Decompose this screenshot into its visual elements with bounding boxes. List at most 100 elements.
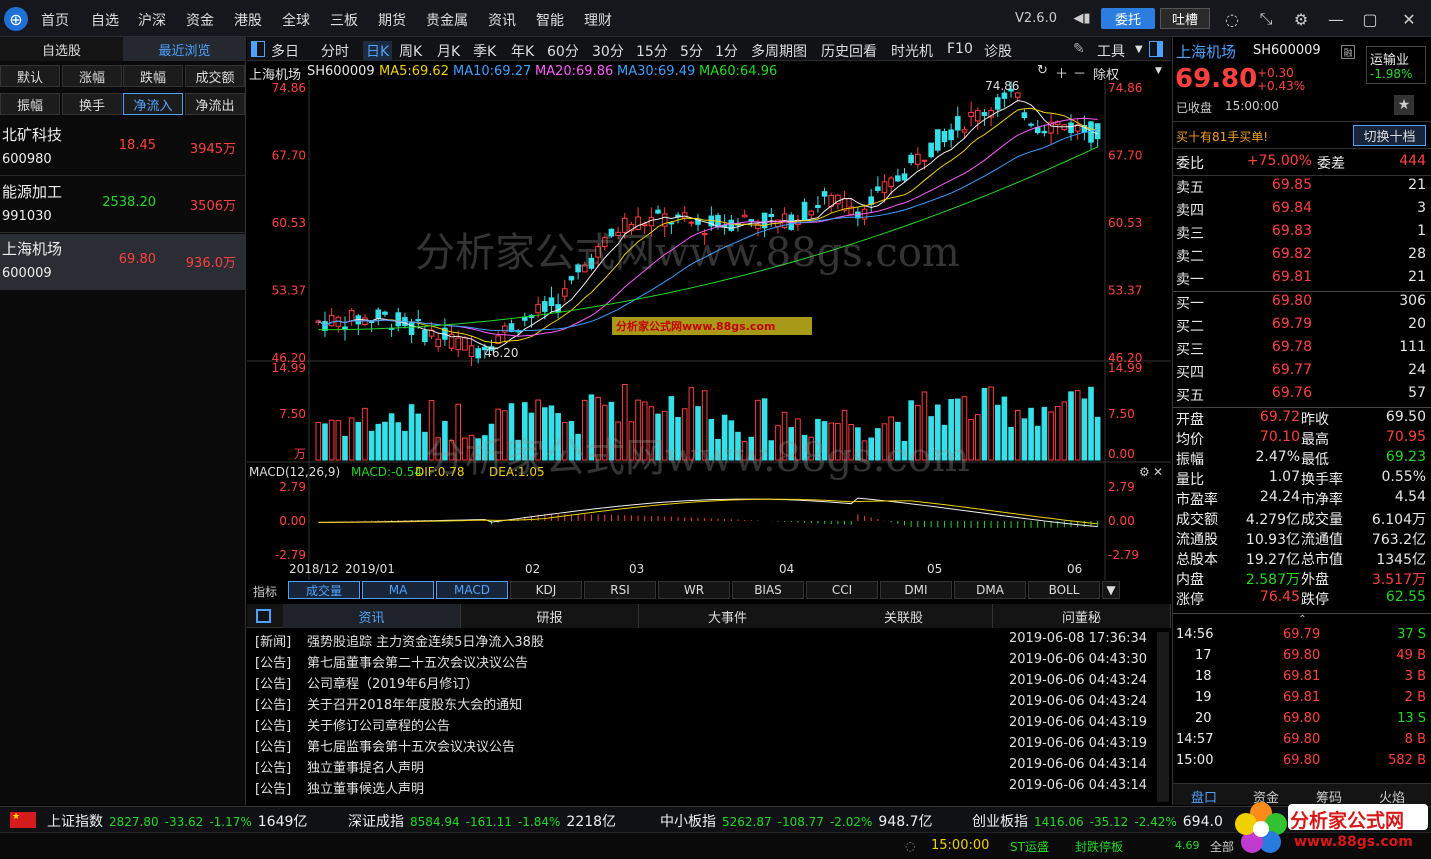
nav-futures[interactable]: 期货	[378, 10, 406, 30]
nav-global[interactable]: 全球	[282, 10, 310, 30]
nav-finance[interactable]: 理财	[584, 10, 612, 30]
minimize-icon[interactable]: —	[1325, 8, 1347, 30]
nav-news[interactable]: 资讯	[488, 10, 516, 30]
shrink-icon[interactable]: ⤡	[1255, 8, 1277, 30]
indicator-bias[interactable]: BIAS	[732, 581, 804, 599]
period-15min[interactable]: 15分	[636, 41, 668, 61]
period-1min[interactable]: 1分	[715, 41, 738, 61]
diagnose-button[interactable]: 诊股	[984, 41, 1012, 61]
nav-watchlist[interactable]: 自选	[91, 10, 119, 30]
nav-sanban[interactable]: 三板	[330, 10, 358, 30]
period-5min[interactable]: 5分	[680, 41, 703, 61]
period-daily[interactable]: 日K	[363, 41, 393, 61]
index-item[interactable]: 上证指数 2827.80 -33.62 -1.17% 1649亿	[47, 811, 313, 831]
tools-menu[interactable]: 工具	[1097, 41, 1125, 61]
indicator-ma[interactable]: MA	[362, 581, 434, 599]
period-intraday[interactable]: 分时	[321, 41, 349, 61]
indicator-dma[interactable]: DMA	[954, 581, 1026, 599]
index-item[interactable]: 中小板指 5262.87 -108.77 -2.02% 948.7亿	[660, 811, 939, 831]
nav-hushen[interactable]: 沪深	[138, 10, 166, 30]
sort-fall[interactable]: 跌幅	[123, 65, 183, 87]
tab-pankou[interactable]: 盘口	[1191, 787, 1217, 806]
candle-body	[1041, 130, 1048, 134]
sort-amount[interactable]: 成交额	[185, 65, 245, 87]
period-multi[interactable]: 多周期图	[751, 41, 807, 61]
news-row[interactable]: [公告] 关于修订公司章程的公告 2019-06-06 04:43:19	[255, 715, 1155, 736]
maximize-icon[interactable]: ▢	[1359, 8, 1381, 30]
news-row[interactable]: [公告] 关于召开2018年年度股东大会的通知 2019-06-06 04:43:2…	[255, 694, 1155, 715]
indicator-wr[interactable]: WR	[658, 581, 730, 599]
news-scrollbar[interactable]	[1157, 632, 1169, 802]
indicator-volume[interactable]: 成交量	[288, 581, 360, 599]
tab-recent[interactable]: 最近浏览	[123, 37, 246, 61]
finance-badge-icon[interactable]: 融	[1341, 45, 1355, 59]
tucao-button[interactable]: 吐槽	[1160, 8, 1210, 29]
switch-ten-button[interactable]: 切换十档	[1353, 125, 1426, 146]
period-quarterly[interactable]: 季K	[473, 41, 496, 61]
tab-watchlist[interactable]: 自选股	[0, 37, 123, 61]
fuquan-dropdown-icon[interactable]: ▼	[1155, 66, 1162, 76]
sort-turnover[interactable]: 换手	[62, 93, 122, 115]
news-row[interactable]: [公告] 独立董事候选人声明 2019-06-06 04:43:14	[255, 778, 1155, 799]
refresh-icon[interactable]: ↻	[1037, 63, 1048, 78]
news-title: 第七届监事会第十五次会议决议公告	[307, 740, 516, 755]
stock-row[interactable]: 能源加工 991030 2538.20 3506万	[0, 177, 246, 233]
candle-body	[974, 110, 981, 122]
nav-hk[interactable]: 港股	[234, 10, 262, 30]
news-tab-ask[interactable]: 问董秘	[993, 604, 1171, 628]
nav-funds[interactable]: 资金	[186, 10, 214, 30]
period-30min[interactable]: 30分	[592, 41, 624, 61]
news-row[interactable]: [新闻] 强势股追踪 主力资金连续5日净流入38股 2019-06-08 17:36…	[255, 631, 1155, 652]
star-icon[interactable]: ★	[1394, 95, 1414, 115]
news-row[interactable]: [公告] 公司章程（2019年6月修订） 2019-06-06 04:43:24	[255, 673, 1155, 694]
period-yearly[interactable]: 年K	[511, 41, 534, 61]
sector-box[interactable]: 运输业 -1.98%	[1366, 46, 1426, 84]
sort-rise[interactable]: 涨幅	[62, 65, 122, 87]
indicator-kdj[interactable]: KDJ	[510, 581, 582, 599]
stock-row-selected[interactable]: 上海机场 600009 69.80 936.0万	[0, 234, 246, 290]
news-tab-related[interactable]: 关联股	[815, 604, 993, 628]
period-weekly[interactable]: 周K	[399, 41, 422, 61]
news-tab-events[interactable]: 大事件	[639, 604, 817, 628]
time-machine[interactable]: 时光机	[891, 41, 933, 61]
nav-metals[interactable]: 贵金属	[426, 10, 468, 30]
f10-button[interactable]: F10	[947, 41, 973, 57]
close-icon[interactable]: ✕	[1398, 8, 1420, 30]
news-row[interactable]: [公告] 第七届监事会第十五次会议决议公告 2019-06-06 04:43:19	[255, 736, 1155, 757]
chat-bubble-icon[interactable]: ◌	[905, 839, 915, 853]
panel-toggle-icon[interactable]	[1149, 41, 1163, 57]
gear-icon[interactable]: ⚙	[1290, 8, 1312, 30]
back-icon[interactable]: ◀▮	[1072, 8, 1092, 29]
news-tab-info[interactable]: 资讯	[283, 604, 461, 628]
pen-icon[interactable]: ✎	[1073, 41, 1085, 57]
layout-icon[interactable]	[251, 41, 265, 57]
app-logo-icon[interactable]: ⊕	[4, 7, 28, 31]
indicator-macd[interactable]: MACD	[436, 581, 508, 599]
stock-row[interactable]: 北矿科技 600980 18.45 3945万	[0, 120, 246, 176]
news-tab-research[interactable]: 研报	[461, 604, 639, 628]
news-toggle-icon[interactable]	[256, 609, 271, 623]
index-item[interactable]: 创业板指 1416.06 -35.12 -2.42% 694.0	[972, 811, 1229, 831]
indicator-boll[interactable]: BOLL	[1028, 581, 1100, 599]
indicator-more-icon[interactable]: ▼	[1102, 581, 1120, 599]
sort-amplitude[interactable]: 振幅	[0, 93, 60, 115]
nav-home[interactable]: 首页	[41, 10, 69, 30]
index-item[interactable]: 深证成指 8584.94 -161.11 -1.84% 2218亿	[348, 811, 622, 831]
tools-dropdown-icon[interactable]: ▼	[1135, 44, 1143, 55]
weituo-button[interactable]: 委托	[1101, 8, 1155, 29]
indicator-cci[interactable]: CCI	[806, 581, 878, 599]
period-monthly[interactable]: 月K	[437, 41, 460, 61]
period-multiday[interactable]: 多日	[271, 41, 299, 61]
nav-smart[interactable]: 智能	[536, 10, 564, 30]
sort-net-inflow[interactable]: 净流入	[123, 93, 183, 115]
news-row[interactable]: [公告] 第七届董事会第二十五次会议决议公告 2019-06-06 04:43:30	[255, 652, 1155, 673]
indicator-rsi[interactable]: RSI	[584, 581, 656, 599]
indicator-dmi[interactable]: DMI	[880, 581, 952, 599]
sort-net-outflow[interactable]: 净流出	[185, 93, 245, 115]
expand-up-icon[interactable]: ⌃	[1173, 613, 1431, 627]
news-row[interactable]: [公告] 独立董事提名人声明 2019-06-06 04:43:14	[255, 757, 1155, 778]
history-review[interactable]: 历史回看	[821, 41, 877, 61]
sort-default[interactable]: 默认	[0, 65, 60, 87]
period-60min[interactable]: 60分	[547, 41, 579, 61]
chat-icon[interactable]: ◌	[1221, 8, 1243, 30]
